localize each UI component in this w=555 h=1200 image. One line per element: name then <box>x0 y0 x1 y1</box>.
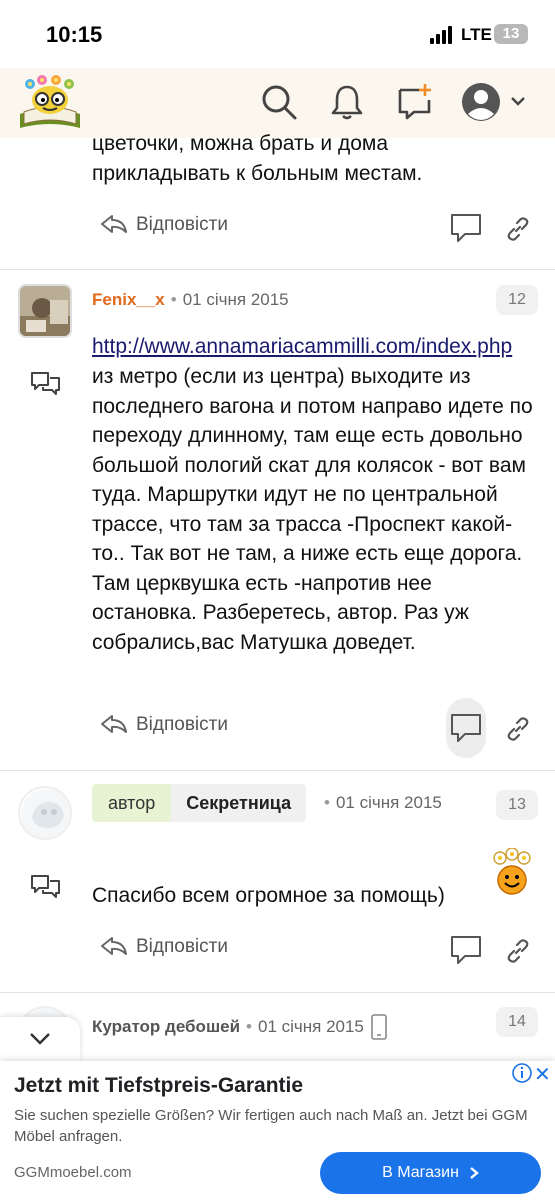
chevron-down-icon <box>30 1033 50 1045</box>
comments-icon <box>31 875 60 898</box>
comment-text: цветочки, можна брать и дома прикладыват… <box>92 132 423 185</box>
avatar[interactable] <box>18 284 72 338</box>
comment-date: 01 січня 2015 <box>335 793 442 812</box>
divider <box>0 269 555 270</box>
avatar[interactable] <box>18 786 72 840</box>
comment-meta: • 01 січня 2015 <box>324 793 442 812</box>
ad-domain[interactable]: GGMmoebel.com <box>14 1164 132 1181</box>
status-bar: 10:15 LTE 13 <box>0 0 555 68</box>
status-time: 10:15 <box>46 22 103 47</box>
reply-label: Відповісти <box>136 214 228 235</box>
reply-button[interactable]: Відповісти <box>100 214 228 236</box>
divider <box>0 992 555 993</box>
comment-number[interactable]: 14 <box>496 1007 538 1037</box>
mobile-device-icon <box>371 1014 387 1040</box>
chevron-right-icon <box>470 1167 479 1179</box>
author-tag: автор Секретница <box>92 784 307 822</box>
comment-number[interactable]: 12 <box>496 285 538 315</box>
flower-book-logo-icon[interactable] <box>16 74 84 132</box>
comments-icon <box>31 372 60 395</box>
ad-close-icon[interactable]: ✕ <box>534 1062 551 1087</box>
reply-arrow-icon <box>101 715 127 733</box>
quote-comment-icon[interactable] <box>449 712 483 744</box>
ad-description: Sie suchen spezielle Größen? Wir fertige… <box>14 1107 528 1145</box>
ad-cta-button[interactable]: В Магазин <box>320 1152 541 1194</box>
author-name[interactable]: Fenix__x <box>92 290 165 310</box>
author-name[interactable]: Секретница <box>171 784 307 822</box>
comment-actions: Відповісти <box>0 930 555 970</box>
reply-button[interactable]: Відповісти <box>100 714 228 736</box>
quote-comment-icon[interactable] <box>449 212 483 244</box>
app-header <box>0 68 555 138</box>
smiley-flowers-icon <box>493 848 531 895</box>
link-icon[interactable] <box>505 216 531 242</box>
comment-date: 01 січня 2015 <box>182 290 289 309</box>
comment-text: из метро (если из центра) выходите из по… <box>92 365 533 654</box>
new-post-icon[interactable] <box>395 82 435 122</box>
comment-link[interactable]: http://www.annamariacammilli.com/index.p… <box>92 332 539 361</box>
reply-button[interactable]: Відповісти <box>100 936 228 958</box>
bell-icon[interactable] <box>327 82 367 122</box>
comment-actions: Відповісти <box>0 208 555 248</box>
battery-indicator: 13 <box>494 24 528 44</box>
comment-actions: Відповісти <box>0 698 555 758</box>
ad-collapse-button[interactable] <box>0 1017 80 1061</box>
network-type: LTE <box>461 25 492 44</box>
comment-text: Спасибо всем огромное за помощь) <box>92 884 445 907</box>
ad-cta-label: В Магазин <box>382 1164 459 1181</box>
reply-arrow-icon <box>101 937 127 955</box>
quote-comment-icon[interactable] <box>449 934 483 966</box>
author-name[interactable]: Куратор дебошей <box>92 1017 240 1037</box>
reply-label: Відповісти <box>136 714 228 735</box>
ad-banner[interactable]: Jetzt mit Tiefstpreis-Garantie Sie suche… <box>0 1061 555 1200</box>
reply-label: Відповісти <box>136 936 228 957</box>
ad-title[interactable]: Jetzt mit Tiefstpreis-Garantie <box>14 1074 303 1098</box>
comment-meta: Fenix__x • 01 січня 2015 <box>92 290 289 310</box>
comment-number[interactable]: 13 <box>496 790 538 820</box>
divider <box>0 770 555 771</box>
link-icon[interactable] <box>505 716 531 742</box>
author-badge: автор <box>92 784 172 822</box>
search-icon[interactable] <box>259 82 299 122</box>
ad-info-icon[interactable] <box>512 1063 532 1083</box>
user-menu[interactable] <box>461 82 531 122</box>
signal-icon <box>430 26 456 44</box>
link-icon[interactable] <box>505 938 531 964</box>
comment-meta: Куратор дебошей • 01 січня 2015 <box>92 1014 388 1040</box>
reply-arrow-icon <box>101 215 127 233</box>
comment-date: 01 січня 2015 <box>257 1017 364 1036</box>
